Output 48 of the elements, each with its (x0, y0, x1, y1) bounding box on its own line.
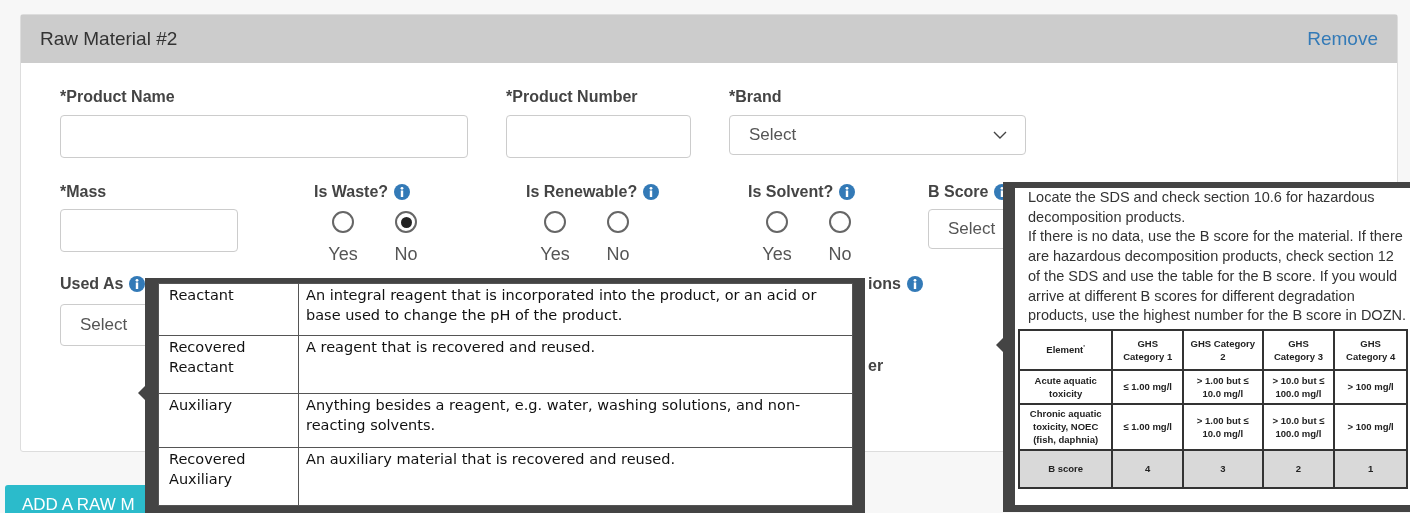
table-cell: Auxiliary (158, 393, 299, 448)
field-label: *Product Name (60, 87, 175, 107)
table-cell: 2 (1262, 449, 1335, 488)
table-cell: Recovered Reactant (158, 335, 299, 394)
table-cell: ≤ 1.00 mg/l (1112, 369, 1184, 404)
column-header: Element$^{'}$ (1019, 329, 1113, 370)
table-cell: 1 (1334, 449, 1407, 488)
table-cell: ≤ 1.00 mg/l (1112, 403, 1184, 450)
table-cell: > 1.00 but ≤ 10.0 mg/l (1183, 369, 1263, 404)
field-label: *Mass (60, 182, 107, 202)
table-cell: > 100 mg/l (1334, 403, 1407, 450)
radio-label: No (606, 243, 630, 266)
table-cell: Acute aquatic toxicity (1019, 369, 1113, 404)
table-cell: > 10.0 but ≤ 100.0 mg/l (1262, 369, 1335, 404)
tooltip-paragraph: If there is no data, use the B score for the material. If there are hazardous decomposition products, check section 12 of the SDS and use the table for the B score. If you would arrive at different B scores for different degradation products, use the highest number for the B score in DOZN. (1028, 227, 1407, 326)
field-label: Is Waste? (314, 182, 389, 202)
radio-label: Yes (540, 243, 570, 266)
column-header: GHS Category 4 (1334, 329, 1407, 370)
table-cell: > 100 mg/l (1334, 369, 1407, 404)
table-cell: Anything besides a reagent, e.g. water, washing solutions, and non-reacting solvents. (298, 393, 853, 448)
field-label: Used As (60, 274, 124, 294)
field-label: ions (868, 274, 901, 294)
field-label: Is Solvent? (748, 182, 834, 202)
table-cell: Reactant (158, 283, 299, 336)
table-cell: A reagent that is recovered and reused. (298, 335, 853, 394)
table-cell: Chronic aquatic toxicity, NOEC (fish, daphnia) (1019, 403, 1113, 450)
table-cell: > 10.0 but ≤ 100.0 mg/l (1262, 403, 1335, 450)
tooltip-paragraph: Locate the SDS and check section 10.6 for hazardous decomposition products. (1028, 188, 1376, 227)
table-cell: 4 (1112, 449, 1184, 488)
table-cell: An auxiliary material that is recovered and reused. (298, 447, 853, 506)
radio-label: No (394, 243, 418, 266)
column-header: GHS Category 3 (1262, 329, 1335, 370)
column-header: GHS Category 2 (1183, 329, 1263, 370)
table-cell: Recovered Auxiliary (158, 447, 299, 506)
table-cell: 3 (1183, 449, 1263, 488)
field-label: *Product Number (506, 87, 638, 107)
field-label: er (868, 356, 885, 376)
panel-title: Raw Material #2 (40, 26, 178, 51)
column-header: GHS Category 1 (1112, 329, 1184, 370)
field-label: Is Renewable? (526, 182, 638, 202)
radio-label: No (828, 243, 852, 266)
table-cell: An integral reagent that is incorporated into the product, or an acid or base used to change the pH of the product. (298, 283, 853, 336)
field-label: *Brand (729, 87, 782, 107)
radio-label: Yes (328, 243, 358, 266)
table-cell: B score (1019, 449, 1113, 488)
radio-label: Yes (762, 243, 792, 266)
table-cell: > 1.00 but ≤ 10.0 mg/l (1183, 403, 1263, 450)
field-label: B Score (928, 182, 989, 202)
